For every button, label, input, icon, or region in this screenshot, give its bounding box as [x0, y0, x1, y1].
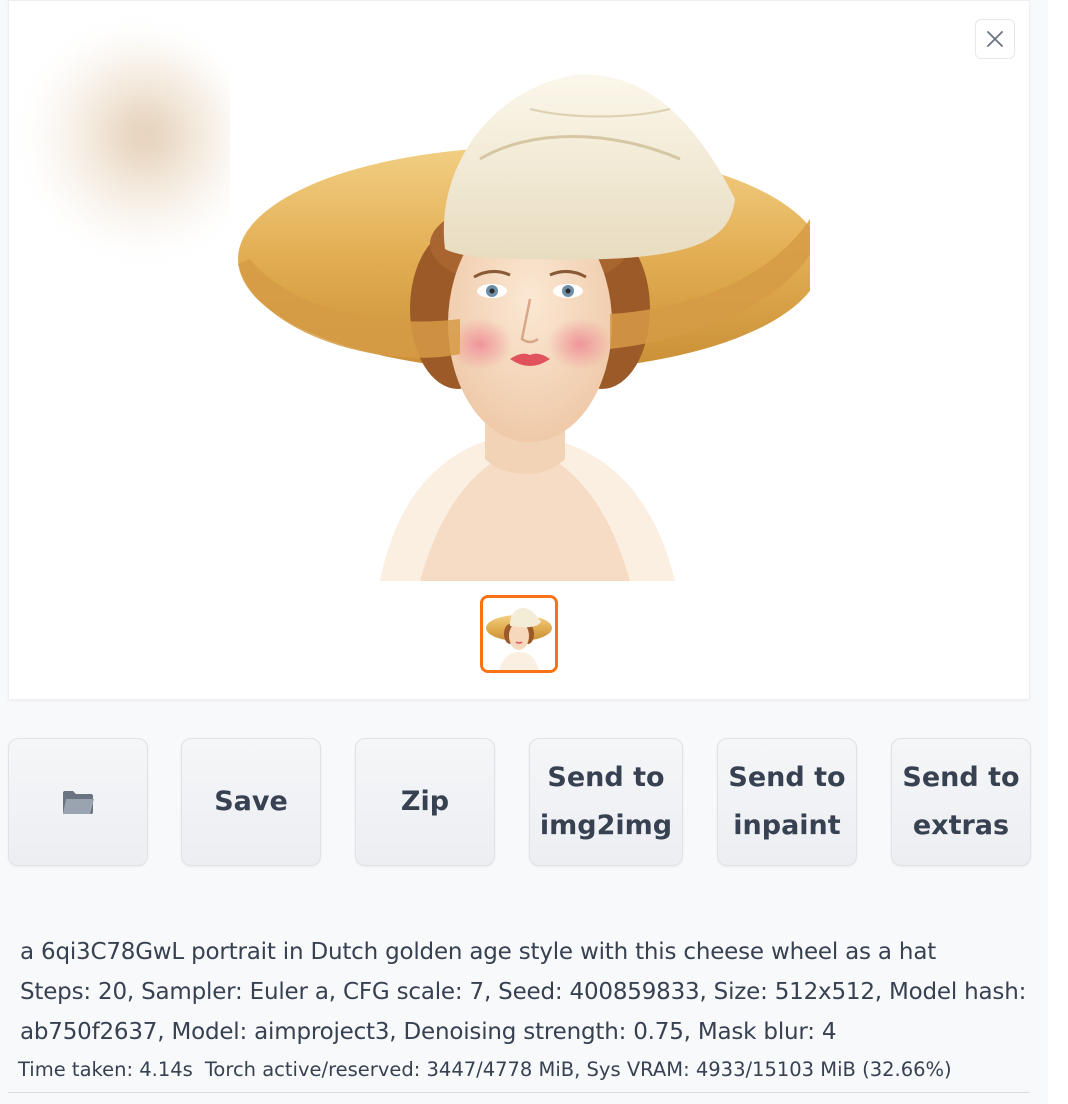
send-to-inpaint-label: Send to inpaint [728, 762, 846, 841]
generated-image[interactable] [230, 9, 810, 581]
send-to-extras-label: Send to extras [902, 762, 1020, 841]
performance-info: Time taken: 4.14s Torch active/reserved: … [18, 1058, 952, 1081]
thumbnail-image [483, 598, 555, 670]
params-text: Steps: 20, Sampler: Euler a, CFG scale: … [20, 979, 1027, 1045]
gallery-thumbnail[interactable] [480, 595, 558, 673]
prompt-text: a 6qi3C78GwL portrait in Dutch golden ag… [20, 939, 937, 965]
open-folder-button[interactable] [8, 738, 148, 866]
save-button[interactable]: Save [181, 738, 321, 866]
zip-button[interactable]: Zip [355, 738, 495, 866]
portrait-illustration [230, 9, 810, 581]
send-to-img2img-label: Send to img2img [539, 762, 673, 841]
generation-info: a 6qi3C78GwL portrait in Dutch golden ag… [20, 932, 1030, 1052]
divider [8, 1092, 1030, 1093]
save-button-label: Save [214, 786, 288, 817]
send-to-extras-button[interactable]: Send to extras [891, 738, 1031, 866]
previous-image-blur [29, 41, 239, 251]
close-button[interactable] [975, 19, 1015, 59]
memory-usage: Torch active/reserved: 3447/4778 MiB, Sy… [204, 1058, 952, 1081]
zip-button-label: Zip [400, 786, 450, 817]
page: Save Zip Send to img2img Send to inpaint… [0, 0, 1068, 1104]
time-taken: Time taken: 4.14s [18, 1058, 193, 1081]
send-to-img2img-button[interactable]: Send to img2img [529, 738, 683, 866]
folder-icon [63, 791, 94, 814]
scrollbar-track[interactable] [1048, 0, 1068, 1104]
image-gallery [8, 0, 1030, 700]
close-icon [987, 31, 1003, 47]
send-to-inpaint-button[interactable]: Send to inpaint [717, 738, 857, 866]
